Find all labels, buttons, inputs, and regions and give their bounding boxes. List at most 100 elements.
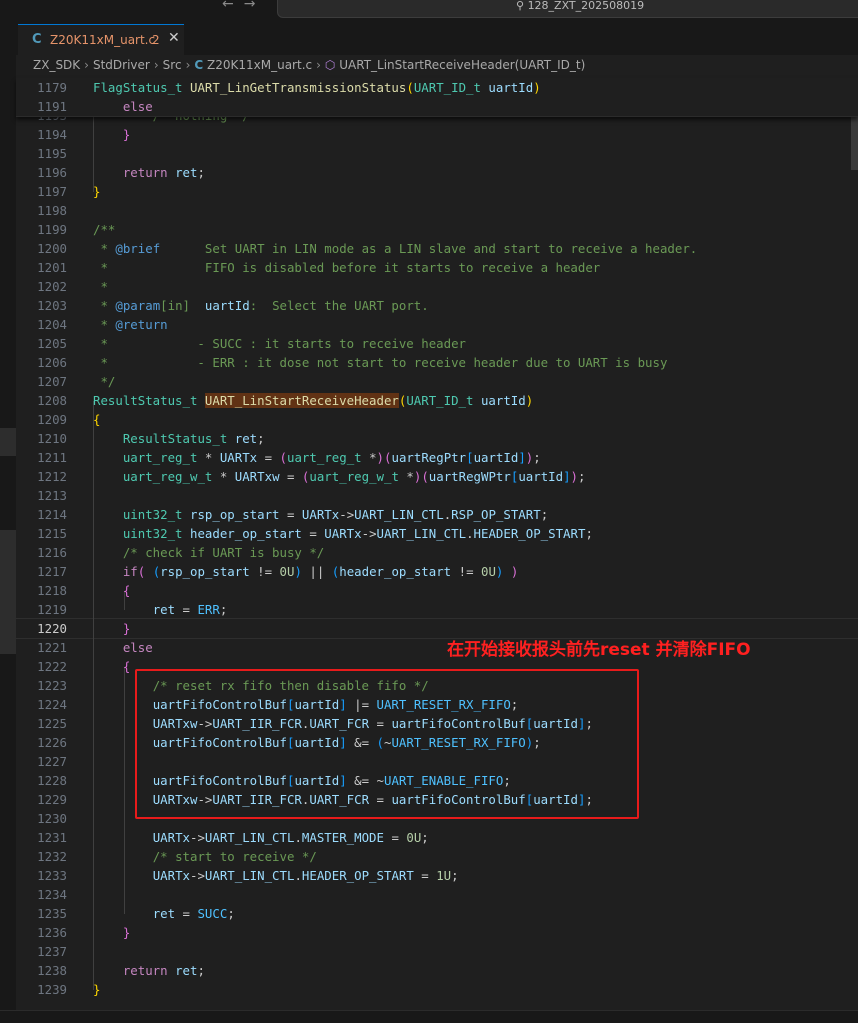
- code-line[interactable]: 1204 * @return: [16, 315, 858, 334]
- line-number: 1225: [37, 716, 67, 731]
- code-token: ): [525, 393, 534, 408]
- code-line[interactable]: 1231 UARTx->UART_LIN_CTL.MASTER_MODE = 0…: [16, 828, 858, 847]
- line-number: 1217: [37, 564, 67, 579]
- code-token: (: [406, 80, 414, 95]
- code-token: */: [93, 374, 116, 389]
- c-file-icon: C: [194, 58, 204, 72]
- code-token: }: [93, 184, 101, 199]
- code-token: }: [122, 127, 131, 142]
- code-text: * - SUCC : it starts to receive header: [93, 334, 466, 353]
- breadcrumb-symbol[interactable]: UART_LinStartReceiveHeader(UART_ID_t): [339, 58, 585, 72]
- code-line[interactable]: 1195: [16, 144, 858, 163]
- code-line[interactable]: 1197}: [16, 182, 858, 201]
- code-line[interactable]: 1219 ret = ERR;: [16, 600, 858, 619]
- code-text: * - ERR : it dose not start to receive h…: [93, 353, 667, 372]
- code-token: (: [421, 469, 429, 484]
- code-line[interactable]: 1208 ResultStatus_t UART_LinStartReceiveH…: [16, 391, 858, 410]
- code-line[interactable]: 1200 * @brief Set UART in LIN mode as a …: [16, 239, 858, 258]
- code-line[interactable]: 1238 return ret;: [16, 961, 858, 980]
- code-token: SUCC: [197, 906, 228, 921]
- code-line[interactable]: 1202 *: [16, 277, 858, 296]
- code-token: HEADER_OP_START: [473, 526, 586, 541]
- code-token: ): [294, 564, 302, 579]
- breadcrumb-item[interactable]: StdDriver: [93, 58, 150, 72]
- code-line[interactable]: 1209 {: [16, 410, 858, 429]
- code-line[interactable]: 1199 /**: [16, 220, 858, 239]
- code-line[interactable]: 1205 * - SUCC : it starts to receive hea…: [16, 334, 858, 353]
- line-number: 1211: [37, 450, 67, 465]
- code-line[interactable]: 1201 * FIFO is disabled before it starts…: [16, 258, 858, 277]
- forward-arrow-icon[interactable]: →: [244, 0, 256, 12]
- code-token: =: [175, 906, 198, 921]
- code-token: UART_LinStartReceiveHeader: [204, 393, 399, 408]
- code-line[interactable]: 1203 * @param[in] uartId: Select the UAR…: [16, 296, 858, 315]
- code-line[interactable]: 1206 * - ERR : it dose not start to rece…: [16, 353, 858, 372]
- code-token: [: [466, 450, 474, 465]
- search-icon: ⚲: [516, 0, 528, 12]
- code-line[interactable]: 1232 /* start to receive */: [16, 847, 858, 866]
- code-token: ;: [533, 450, 541, 465]
- code-token: * - ERR : it dose not start to receive h…: [93, 355, 668, 370]
- code-line[interactable]: 1235 ret = SUCC;: [16, 904, 858, 923]
- code-line[interactable]: 1194 }: [16, 125, 858, 144]
- line-number: 1191: [37, 99, 67, 114]
- code-line[interactable]: 1237: [16, 942, 858, 961]
- code-line[interactable]: 1217 if( (rsp_op_start != 0U) || (header…: [16, 562, 858, 581]
- breadcrumb-file[interactable]: Z20K11xM_uart.c: [207, 58, 312, 72]
- code-text: }: [93, 980, 100, 999]
- status-bar: [0, 1010, 858, 1023]
- line-number: 1218: [37, 583, 67, 598]
- code-line[interactable]: 1212 uart_reg_w_t * UARTxw = (uart_reg_w…: [16, 467, 858, 486]
- code-line[interactable]: 1214 uint32_t rsp_op_start = UARTx->UART…: [16, 505, 858, 524]
- code-line[interactable]: 1233 UARTx->UART_LIN_CTL.HEADER_OP_START…: [16, 866, 858, 885]
- scrollbar-thumb[interactable]: [851, 110, 858, 170]
- code-line[interactable]: 1239}: [16, 980, 858, 999]
- chevron-right-icon: ›: [316, 58, 321, 72]
- breadcrumb-item[interactable]: ZX_SDK: [33, 58, 80, 72]
- code-line[interactable]: 1207 */: [16, 372, 858, 391]
- code-line[interactable]: 1216 /* check if UART is busy */: [16, 543, 858, 562]
- code-line[interactable]: 1236 }: [16, 923, 858, 942]
- code-line[interactable]: 1218 {: [16, 581, 858, 600]
- code-token: }: [93, 982, 101, 997]
- code-line[interactable]: 1215 uint32_t header_op_start = UARTx->U…: [16, 524, 858, 543]
- code-line[interactable]: 1196 return ret;: [16, 163, 858, 182]
- code-line[interactable]: 1210 ResultStatus_t ret;: [16, 429, 858, 448]
- code-line[interactable]: 1198: [16, 201, 858, 220]
- line-number: 1214: [37, 507, 67, 522]
- code-token: uartRegWPtr: [428, 469, 511, 484]
- code-editor[interactable]: 1179 FlagStatus_t UART_LinGetTransmission…: [16, 78, 858, 1010]
- tab-z20k11xm-uart[interactable]: C Z20K11xM_uart.c 2 ✕: [18, 24, 184, 56]
- code-token: =: [413, 868, 437, 883]
- code-token: {: [122, 659, 131, 674]
- code-token: *: [212, 469, 235, 484]
- code-text: uint32_t rsp_op_start = UARTx->UART_LIN_…: [93, 505, 548, 524]
- close-icon[interactable]: ✕: [168, 30, 180, 46]
- code-text: ret = SUCC;: [93, 904, 235, 923]
- code-text: }: [93, 619, 130, 638]
- code-token: uint32_t: [122, 526, 183, 541]
- code-line[interactable]: 1234: [16, 885, 858, 904]
- code-token: ||: [301, 564, 332, 579]
- code-token: UARTx: [324, 526, 362, 541]
- annotation-note: 在开始接收报头前先reset 并清除FIFO: [447, 640, 751, 660]
- code-token: uart_reg_t: [287, 450, 362, 465]
- breadcrumb-item[interactable]: Src: [163, 58, 182, 72]
- code-token: uartId: [473, 450, 519, 465]
- code-token: =: [279, 469, 302, 484]
- sticky-scroll-header[interactable]: 1179 FlagStatus_t UART_LinGetTransmission…: [16, 78, 858, 117]
- code-token: ResultStatus_t: [122, 431, 228, 446]
- chevron-right-icon: ›: [153, 58, 159, 72]
- code-line[interactable]: 1211 uart_reg_t * UARTx = (uart_reg_t *)…: [16, 448, 858, 467]
- command-center-search[interactable]: ⚲ 128_ZXT_202508019: [277, 0, 858, 18]
- code-token: ;: [540, 507, 549, 522]
- line-number: 1221: [37, 640, 67, 655]
- code-line[interactable]: 1179 FlagStatus_t UART_LinGetTransmission…: [16, 78, 858, 97]
- code-line[interactable]: 1191 else: [16, 97, 858, 116]
- code-line[interactable]: 1213: [16, 486, 858, 505]
- back-arrow-icon[interactable]: ←: [222, 0, 234, 12]
- code-token: }: [122, 925, 131, 940]
